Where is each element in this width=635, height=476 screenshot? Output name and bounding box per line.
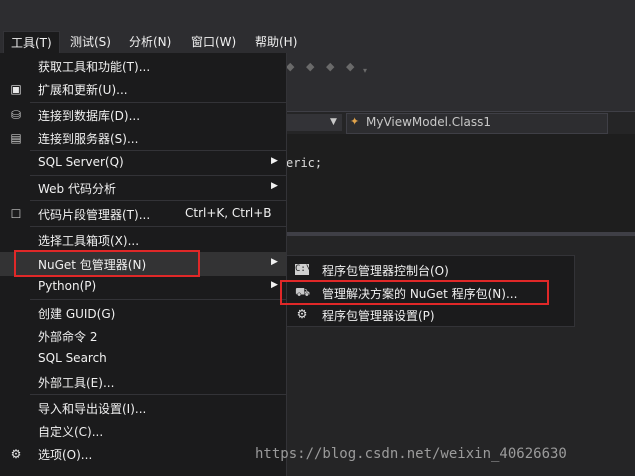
menu-item-sql-server[interactable]: SQL Server(Q) ▶ — [0, 151, 286, 175]
chevron-right-icon: ▶ — [271, 156, 278, 166]
menu-item-label: 代码片段管理器(T)... — [38, 208, 151, 222]
menu-item-customize[interactable]: 自定义(C)... — [0, 419, 286, 443]
menu-item-options[interactable]: ⚙ 选项(O)... — [0, 442, 286, 466]
toolbar-icon-4[interactable]: ◆ — [346, 61, 356, 72]
submenu-item-settings[interactable]: ⚙ 程序包管理器设置(P) — [287, 304, 574, 326]
menu-item-label: 导入和导出设置(I)... — [38, 402, 147, 416]
separator — [30, 226, 286, 227]
nav-class-label: MyViewModel.Class1 — [366, 115, 491, 129]
shortcut-text: Ctrl+K, Ctrl+B — [185, 206, 272, 220]
menu-bar: 工具(T) 测试(S) 分析(N) 窗口(W) 帮助(H) — [0, 31, 635, 53]
menu-item-external-tools[interactable]: 外部工具(E)... — [0, 370, 286, 394]
server-icon: ▤ — [10, 131, 22, 145]
chevron-down-icon: ▼ — [330, 117, 337, 127]
toolbar-icon-3[interactable]: ◆ — [326, 61, 336, 72]
menu-item-label: 外部工具(E)... — [38, 376, 115, 390]
separator — [30, 299, 286, 300]
console-icon: C:\ — [295, 264, 312, 275]
menu-item-create-guid[interactable]: 创建 GUID(G) — [0, 301, 286, 325]
menu-item-label: SQL Search — [38, 351, 107, 365]
menu-item-label: 创建 GUID(G) — [38, 307, 116, 321]
menu-item-label: 自定义(C)... — [38, 425, 104, 439]
watermark-text: https://blog.csdn.net/weixin_40626630 — [255, 446, 567, 462]
title-area — [0, 0, 635, 30]
navigation-bar: ▼ ✦ MyViewModel.Class1 — [286, 111, 635, 135]
menu-item-web-code-analysis[interactable]: Web 代码分析 ▶ — [0, 176, 286, 200]
chevron-right-icon: ▶ — [271, 257, 278, 267]
menu-test[interactable]: 测试(S) — [63, 31, 118, 53]
code-line: eric; — [286, 156, 323, 170]
toolbar-icon-1[interactable]: ◆ — [286, 61, 296, 72]
database-icon: ⛁ — [10, 108, 22, 122]
toolbar: ◆ ◆ ◆ ◆ ▾ — [286, 56, 635, 82]
extensions-icon: ▣ — [10, 82, 22, 96]
submenu-item-console[interactable]: C:\ 程序包管理器控制台(O) — [287, 259, 574, 281]
menu-item-code-snippets[interactable]: ☐ 代码片段管理器(T)... Ctrl+K, Ctrl+B — [0, 202, 286, 226]
menu-analyze[interactable]: 分析(N) — [122, 31, 178, 53]
nav-dropdown[interactable]: ▼ — [286, 114, 342, 131]
menu-window[interactable]: 窗口(W) — [184, 31, 243, 53]
toolbar-more-icon[interactable]: ▾ — [363, 66, 373, 76]
menu-tools[interactable]: 工具(T) — [3, 31, 60, 53]
submenu-item-label: 程序包管理器控制台(O) — [322, 264, 449, 278]
menu-item-get-tools[interactable]: 获取工具和功能(T)... — [0, 54, 286, 78]
menu-item-label: Web 代码分析 — [38, 182, 116, 196]
menu-item-label: Python(P) — [38, 279, 97, 293]
menu-help[interactable]: 帮助(H) — [248, 31, 304, 53]
highlight-box-nuget — [14, 250, 200, 277]
chevron-right-icon: ▶ — [271, 280, 278, 290]
menu-item-label: 连接到数据库(D)... — [38, 109, 141, 123]
menu-item-connect-server[interactable]: ▤ 连接到服务器(S)... — [0, 126, 286, 150]
chevron-right-icon: ▶ — [271, 181, 278, 191]
menu-item-import-export[interactable]: 导入和导出设置(I)... — [0, 396, 286, 420]
menu-item-label: 扩展和更新(U)... — [38, 83, 128, 97]
menu-item-choose-toolbox[interactable]: 选择工具箱项(X)... — [0, 228, 286, 252]
gear-icon: ⚙ — [296, 307, 308, 321]
menu-item-label: 选择工具箱项(X)... — [38, 234, 140, 248]
separator — [30, 200, 286, 201]
snippet-icon: ☐ — [10, 207, 22, 221]
menu-item-python[interactable]: Python(P) ▶ — [0, 275, 286, 299]
menu-item-external-command-2[interactable]: 外部命令 2 — [0, 324, 286, 348]
menu-item-label: 选项(O)... — [38, 448, 93, 462]
menu-item-extensions[interactable]: ▣ 扩展和更新(U)... — [0, 77, 286, 101]
menu-item-label: SQL Server(Q) — [38, 155, 124, 169]
gear-icon: ⚙ — [10, 447, 22, 461]
menu-item-label: 外部命令 2 — [38, 330, 98, 344]
menu-item-connect-database[interactable]: ⛁ 连接到数据库(D)... — [0, 103, 286, 127]
menu-item-label: 获取工具和功能(T)... — [38, 60, 151, 74]
toolbar-icon-2[interactable]: ◆ — [306, 61, 316, 72]
menu-item-sql-search[interactable]: SQL Search — [0, 347, 286, 371]
menu-item-label: 连接到服务器(S)... — [38, 132, 139, 146]
submenu-item-label: 程序包管理器设置(P) — [322, 309, 435, 323]
code-editor[interactable]: eric; — [286, 134, 635, 232]
class-icon: ✦ — [350, 115, 360, 128]
highlight-box-manage-packages — [280, 280, 549, 305]
separator — [30, 394, 286, 395]
